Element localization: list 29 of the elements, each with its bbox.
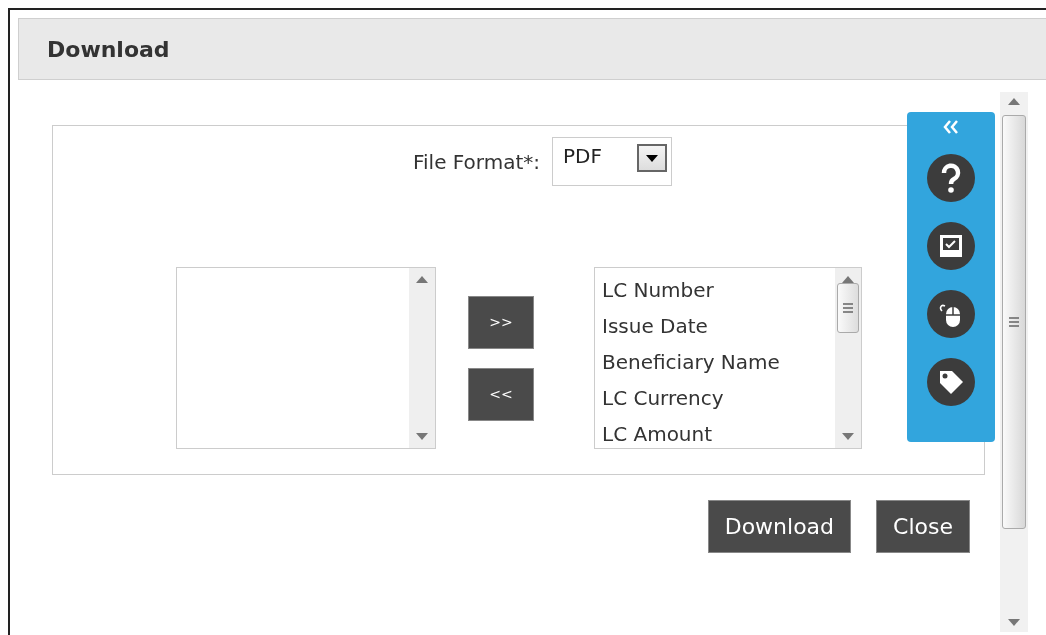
list-item[interactable]: LC Amount — [602, 416, 835, 448]
list-item[interactable]: LC Number — [602, 272, 835, 308]
list-item[interactable]: Issue Date — [602, 308, 835, 344]
add-columns-button[interactable]: >> — [468, 295, 534, 349]
download-button[interactable]: Download — [707, 500, 852, 553]
collapse-icon[interactable] — [943, 120, 959, 134]
tag-icon[interactable] — [927, 358, 975, 406]
mouse-icon[interactable] — [927, 290, 975, 338]
caret-icon — [646, 154, 659, 162]
grip-icon — [843, 303, 853, 313]
scroll-thumb[interactable] — [837, 283, 859, 333]
scroll-down-icon[interactable] — [842, 433, 854, 440]
scrollbar[interactable] — [1000, 92, 1028, 632]
scroll-up-icon[interactable] — [416, 276, 428, 283]
help-icon[interactable] — [927, 154, 975, 202]
grip-icon — [1009, 317, 1019, 327]
list-item[interactable]: Beneficiary Name — [602, 344, 835, 380]
scroll-down-icon[interactable] — [1008, 619, 1020, 626]
checked-box-icon[interactable] — [927, 222, 975, 270]
file-format-label: File Format*: — [413, 149, 541, 174]
file-format-select[interactable]: PDF — [552, 137, 673, 186]
remove-columns-button[interactable]: << — [468, 367, 534, 421]
scroll-up-icon[interactable] — [1008, 98, 1020, 105]
scroll-down-icon[interactable] — [416, 433, 428, 440]
scroll-thumb[interactable] — [1002, 115, 1026, 529]
close-button[interactable]: Close — [876, 500, 970, 553]
dialog-title: Download — [47, 36, 170, 62]
selected-columns-list[interactable]: LC Number Issue Date Beneficiary Name LC Currency LC Amount — [594, 267, 862, 449]
list-item[interactable]: LC Currency — [602, 380, 835, 416]
